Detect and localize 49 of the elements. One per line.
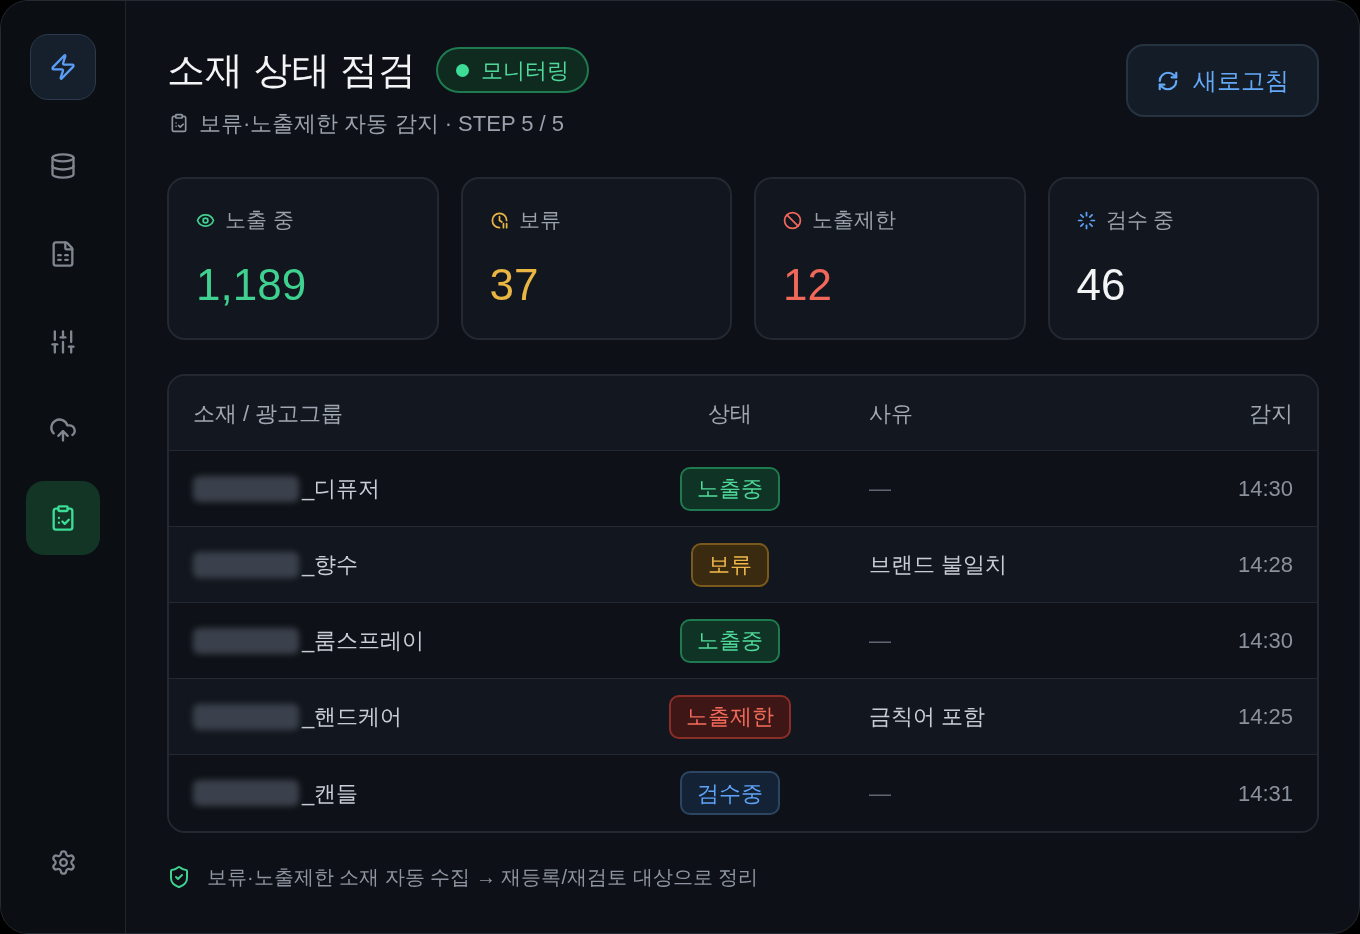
creative-name: _디퓨저 [302, 475, 381, 503]
stat-value: 12 [783, 259, 833, 311]
reason-text: — [869, 628, 891, 653]
clock-pause-icon [489, 210, 509, 230]
stat-label: 검수 중 [1105, 207, 1175, 234]
ban-icon [783, 210, 802, 230]
footer-note: 보류·노출제한 소재 자동 수집 → 재등록/재검토 대상으로 정리 [207, 865, 759, 890]
stat-value: 46 [1076, 259, 1127, 311]
status-pill-label: 모니터링 [481, 56, 570, 85]
creative-name: _핸드케어 [302, 703, 403, 731]
column-header: 소재 / 광고그룹 [193, 400, 344, 426]
reason-text: — [869, 780, 891, 806]
reason-text: — [869, 476, 891, 501]
refresh-icon [1156, 69, 1179, 92]
detection-time: 14:25 [1237, 703, 1293, 731]
page-title: 소재 상태 점검 [167, 48, 417, 93]
creative-name: _향수 [302, 551, 359, 579]
shield-check-icon [167, 865, 191, 889]
status-badge: 노출중 [680, 466, 780, 511]
reason-text: 브랜드 불일치 [869, 552, 1008, 577]
sidebar-nav-button[interactable] [26, 481, 100, 555]
column-header: 사유 [869, 400, 913, 426]
cloud-upload-icon [49, 416, 77, 444]
stat-label: 노출 중 [225, 207, 294, 234]
detection-time: 14:28 [1237, 551, 1293, 579]
stat-label: 노출제한 [812, 207, 896, 234]
status-badge: 검수중 [680, 771, 780, 815]
status-badge: 보류 [691, 542, 769, 587]
database-icon [49, 152, 77, 180]
column-header: 상태 [708, 399, 752, 428]
detection-time: 14:31 [1237, 779, 1293, 808]
reason-text: 금칙어 포함 [869, 704, 986, 729]
refresh-button[interactable]: 새로고침 [1126, 44, 1319, 117]
stat-label: 보류 [518, 207, 561, 234]
sliders-icon [49, 328, 77, 356]
status-badge: 노출중 [680, 618, 780, 663]
clipboard-check-icon [169, 113, 189, 133]
detection-time: 14:30 [1237, 475, 1293, 503]
status-badge: 노출제한 [669, 694, 791, 739]
creative-name: _룸스프레이 [302, 627, 425, 655]
settings-icon [49, 848, 77, 876]
loader-icon [1076, 210, 1096, 230]
lightning-logo-icon [30, 34, 96, 100]
creative-name: _캔들 [302, 779, 359, 808]
stat-value: 37 [489, 259, 540, 311]
stat-value: 1,189 [196, 259, 308, 311]
column-header: 감지 [1249, 399, 1293, 428]
page-subtitle: 보류·노출제한 자동 감지 · STEP 5 / 5 [199, 109, 565, 138]
detection-time: 14:30 [1237, 627, 1293, 655]
